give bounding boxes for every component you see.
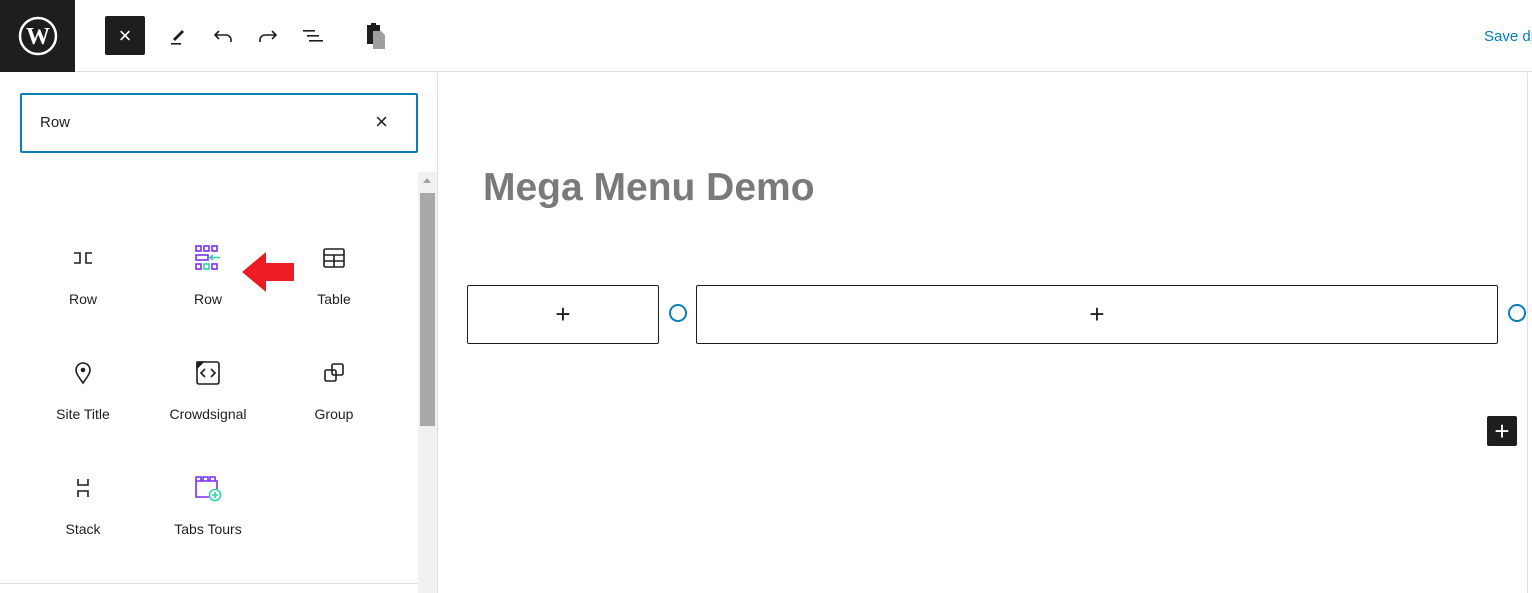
undo-icon bbox=[213, 29, 232, 42]
scrollbar-thumb[interactable] bbox=[420, 193, 435, 426]
map-pin-icon bbox=[75, 362, 91, 385]
stack-icon bbox=[77, 479, 89, 497]
list-view-icon bbox=[303, 29, 323, 42]
row-icon bbox=[74, 252, 92, 264]
add-block-button[interactable]: + bbox=[1487, 416, 1517, 446]
clear-search-button[interactable]: × bbox=[375, 109, 388, 135]
column-resize-handle[interactable] bbox=[1508, 304, 1526, 322]
wordpress-logo-button[interactable]: W bbox=[0, 0, 75, 72]
svg-text:W: W bbox=[26, 24, 50, 50]
code-embed-icon bbox=[196, 361, 220, 385]
document-overview-button[interactable] bbox=[293, 16, 333, 55]
red-arrow-annotation bbox=[242, 252, 294, 292]
wordpress-icon: W bbox=[18, 16, 57, 56]
clipboard-icon bbox=[367, 22, 385, 49]
block-label: Table bbox=[317, 291, 351, 307]
pencil-icon bbox=[171, 29, 184, 45]
block-item-row[interactable]: Row bbox=[23, 243, 143, 343]
undo-button[interactable] bbox=[203, 16, 243, 55]
divider bbox=[0, 583, 418, 584]
plus-icon: + bbox=[1494, 415, 1510, 446]
group-icon bbox=[324, 363, 344, 382]
block-item-group[interactable]: Group bbox=[274, 358, 394, 458]
inserter-scrollbar[interactable] bbox=[418, 172, 437, 593]
block-search-input[interactable] bbox=[40, 114, 340, 131]
block-label: Tabs Tours bbox=[174, 521, 242, 537]
save-draft-button[interactable]: Save draft bbox=[1484, 28, 1532, 45]
redo-button[interactable] bbox=[248, 16, 288, 55]
clipboard-button[interactable] bbox=[355, 16, 395, 55]
column-2-add-block[interactable]: + bbox=[696, 285, 1498, 344]
close-icon: × bbox=[118, 22, 132, 48]
column-resize-handle[interactable] bbox=[669, 304, 687, 322]
settings-sidebar bbox=[1527, 73, 1532, 593]
plus-icon: + bbox=[1089, 299, 1105, 329]
block-label: Row bbox=[68, 291, 97, 307]
plus-icon: + bbox=[555, 299, 571, 329]
block-item-crowdsignal[interactable]: Crowdsignal bbox=[148, 358, 268, 458]
close-inserter-button[interactable]: × bbox=[105, 16, 145, 55]
page-title[interactable]: Mega Menu Demo bbox=[483, 166, 815, 210]
block-label: Crowdsignal bbox=[169, 406, 247, 422]
scroll-up-icon[interactable] bbox=[423, 178, 431, 183]
block-label: Site Title bbox=[56, 406, 110, 422]
block-label: Stack bbox=[65, 521, 101, 537]
block-label: Group bbox=[314, 406, 354, 422]
block-label: Row bbox=[193, 291, 222, 307]
redo-icon bbox=[259, 29, 278, 42]
tools-button[interactable] bbox=[158, 16, 198, 55]
table-icon bbox=[323, 248, 345, 268]
tabs-tours-icon bbox=[195, 476, 222, 502]
column-1-add-block[interactable]: + bbox=[467, 285, 659, 344]
block-item-stack[interactable]: Stack bbox=[23, 473, 143, 573]
block-item-tabs-tours[interactable]: Tabs Tours bbox=[148, 473, 268, 573]
mega-menu-row-icon bbox=[195, 245, 220, 270]
block-search: × bbox=[20, 93, 418, 153]
block-item-site-title[interactable]: Site Title bbox=[23, 358, 143, 458]
